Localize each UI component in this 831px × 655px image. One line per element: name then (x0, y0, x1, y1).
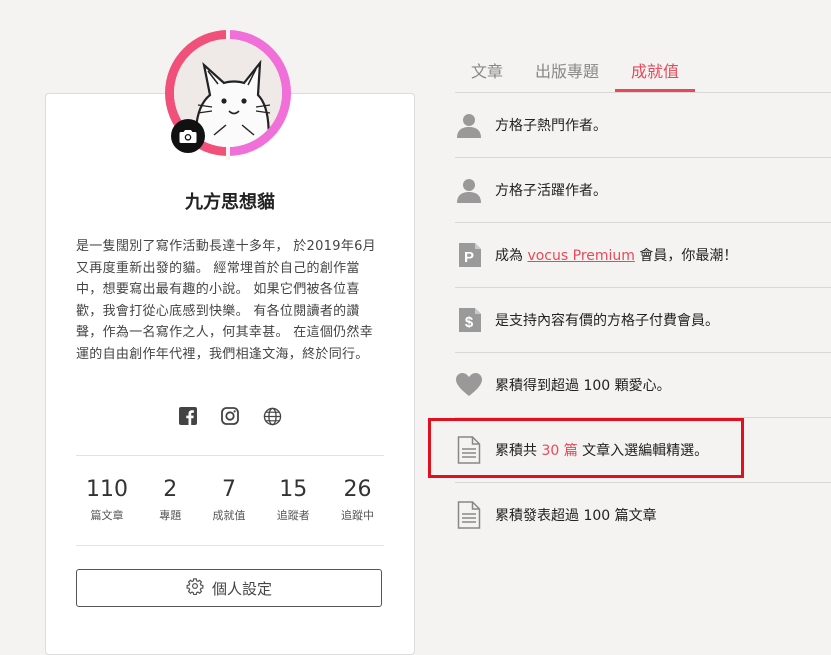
instagram-icon[interactable] (220, 406, 240, 426)
globe-icon[interactable] (262, 406, 282, 426)
paid-dollar-icon: $ (455, 306, 483, 334)
achievement-text-part: 會員，你最潮！ (634, 248, 738, 264)
stat-topics[interactable]: 2 專題 (159, 477, 181, 523)
profile-name: 九方思想貓 (185, 192, 275, 213)
achievement-item: 累積得到超過 100 顆愛心。 (455, 353, 831, 418)
heart-icon (455, 371, 483, 399)
tab-articles[interactable]: 文章 (455, 50, 519, 92)
achievement-text: 成為 vocus Premium 會員，你最潮！ (495, 245, 737, 265)
stat-articles[interactable]: 110 篇文章 (86, 477, 128, 523)
stat-followers[interactable]: 15 追蹤者 (277, 477, 310, 523)
achievement-text: 方格子活躍作者。 (495, 183, 607, 199)
achievement-list: 方格子熱門作者。 方格子活躍作者。 P 成為 vocus Premium 會員，… (455, 93, 831, 547)
gear-icon (186, 577, 204, 599)
stat-label: 成就值 (212, 509, 246, 522)
achievement-text: 是支持內容有價的方格子付費會員。 (495, 313, 719, 329)
stat-number: 2 (163, 477, 178, 502)
stat-number: 15 (279, 477, 308, 502)
achievement-text: 累積發表超過 100 篇文章 (495, 508, 657, 524)
person-icon (455, 176, 483, 204)
stat-number: 110 (86, 477, 128, 502)
tab-bar: 文章 出版專題 成就值 (455, 50, 696, 92)
svg-text:P: P (464, 249, 474, 266)
achievement-item: $ 是支持內容有價的方格子付費會員。 (455, 288, 831, 353)
settings-button[interactable]: 個人設定 (76, 569, 382, 607)
profile-stats: 110 篇文章 2 專題 7 成就值 15 追蹤者 26 追蹤中 (76, 477, 384, 523)
profile-card: 九方思想貓 是一隻闊別了寫作活動長達十多年， 於2019年6月又再度重新出發的貓… (45, 93, 415, 655)
document-icon (455, 501, 483, 529)
highlight-box (428, 418, 744, 478)
person-icon (455, 111, 483, 139)
achievement-item: 累積發表超過 100 篇文章 (455, 483, 831, 547)
stat-achievements[interactable]: 7 成就值 (213, 477, 246, 523)
vocus-premium-link[interactable]: vocus Premium (527, 248, 634, 264)
tab-publications[interactable]: 出版專題 (519, 50, 615, 92)
achievement-item: 方格子熱門作者。 (455, 93, 831, 158)
social-links (46, 406, 414, 426)
premium-p-icon: P (455, 241, 483, 269)
camera-icon[interactable] (171, 119, 205, 153)
achievement-text-part: 成為 (495, 248, 528, 264)
settings-label: 個人設定 (211, 579, 272, 598)
stat-number: 26 (343, 477, 372, 502)
stat-label: 追蹤中 (341, 509, 374, 522)
achievement-item: P 成為 vocus Premium 會員，你最潮！ (455, 223, 831, 288)
achievement-item: 方格子活躍作者。 (455, 158, 831, 223)
stat-following[interactable]: 26 追蹤中 (341, 477, 374, 523)
stat-label: 篇文章 (90, 509, 124, 522)
achievement-text: 累積得到超過 100 顆愛心。 (495, 378, 671, 394)
stat-label: 專題 (159, 509, 182, 522)
divider (76, 545, 384, 546)
divider (76, 455, 384, 456)
stat-number: 7 (222, 477, 236, 502)
achievement-text: 方格子熱門作者。 (495, 118, 607, 134)
stat-label: 追蹤者 (276, 509, 310, 522)
tab-achievements[interactable]: 成就值 (615, 50, 696, 92)
profile-bio: 是一隻闊別了寫作活動長達十多年， 於2019年6月又再度重新出發的貓。 經常埋首… (76, 239, 376, 362)
svg-text:$: $ (465, 314, 474, 331)
facebook-icon[interactable] (178, 406, 198, 426)
